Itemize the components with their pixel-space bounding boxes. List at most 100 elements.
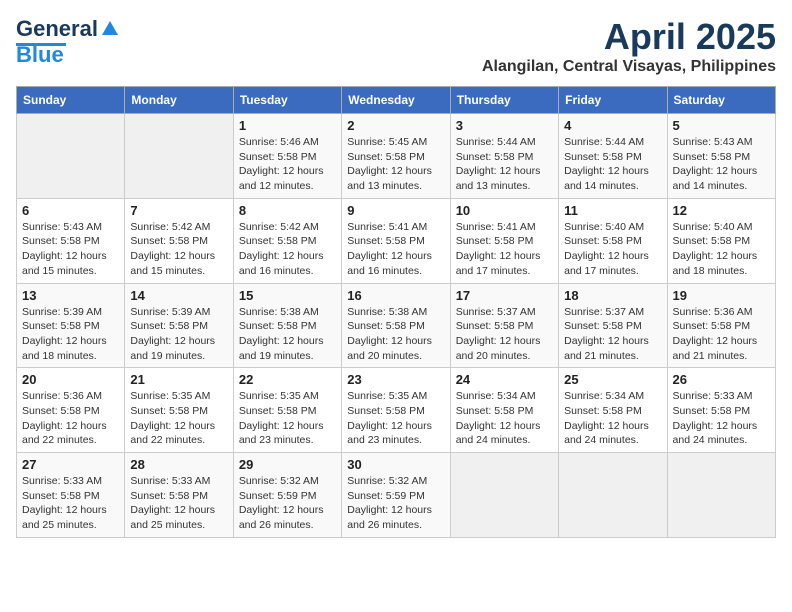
day-number: 1 bbox=[239, 118, 336, 133]
calendar-cell: 30 Sunrise: 5:32 AMSunset: 5:59 PMDayligh… bbox=[342, 453, 450, 538]
column-header-friday: Friday bbox=[559, 87, 667, 114]
day-info: Sunrise: 5:46 AMSunset: 5:58 PMDaylight:… bbox=[239, 135, 336, 194]
day-info: Sunrise: 5:40 AMSunset: 5:58 PMDaylight:… bbox=[673, 220, 770, 279]
calendar-cell: 6 Sunrise: 5:43 AMSunset: 5:58 PMDaylight… bbox=[17, 198, 125, 283]
calendar-cell bbox=[125, 114, 233, 199]
calendar-cell: 12 Sunrise: 5:40 AMSunset: 5:58 PMDayligh… bbox=[667, 198, 775, 283]
day-number: 15 bbox=[239, 288, 336, 303]
calendar-cell: 26 Sunrise: 5:33 AMSunset: 5:58 PMDayligh… bbox=[667, 368, 775, 453]
day-info: Sunrise: 5:39 AMSunset: 5:58 PMDaylight:… bbox=[22, 305, 119, 364]
calendar-cell: 11 Sunrise: 5:40 AMSunset: 5:58 PMDayligh… bbox=[559, 198, 667, 283]
week-row-2: 6 Sunrise: 5:43 AMSunset: 5:58 PMDaylight… bbox=[17, 198, 776, 283]
day-number: 13 bbox=[22, 288, 119, 303]
day-info: Sunrise: 5:44 AMSunset: 5:58 PMDaylight:… bbox=[564, 135, 661, 194]
day-number: 9 bbox=[347, 203, 444, 218]
day-info: Sunrise: 5:34 AMSunset: 5:58 PMDaylight:… bbox=[564, 389, 661, 448]
calendar-cell: 27 Sunrise: 5:33 AMSunset: 5:58 PMDayligh… bbox=[17, 453, 125, 538]
day-info: Sunrise: 5:43 AMSunset: 5:58 PMDaylight:… bbox=[673, 135, 770, 194]
day-info: Sunrise: 5:32 AMSunset: 5:59 PMDaylight:… bbox=[347, 474, 444, 533]
calendar-cell: 10Sunrise: 5:41 AMSunset: 5:58 PMDayligh… bbox=[450, 198, 558, 283]
day-number: 2 bbox=[347, 118, 444, 133]
week-row-4: 20 Sunrise: 5:36 AMSunset: 5:58 PMDayligh… bbox=[17, 368, 776, 453]
logo: General Blue bbox=[16, 16, 120, 68]
day-info: Sunrise: 5:33 AMSunset: 5:58 PMDaylight:… bbox=[22, 474, 119, 533]
calendar-cell bbox=[559, 453, 667, 538]
day-number: 20 bbox=[22, 372, 119, 387]
day-number: 23 bbox=[347, 372, 444, 387]
day-info: Sunrise: 5:34 AMSunset: 5:58 PMDaylight:… bbox=[456, 389, 553, 448]
calendar-cell: 23 Sunrise: 5:35 AMSunset: 5:58 PMDayligh… bbox=[342, 368, 450, 453]
calendar-table: SundayMondayTuesdayWednesdayThursdayFrid… bbox=[16, 86, 776, 538]
column-header-saturday: Saturday bbox=[667, 87, 775, 114]
calendar-cell: 13 Sunrise: 5:39 AMSunset: 5:58 PMDayligh… bbox=[17, 283, 125, 368]
day-info: Sunrise: 5:35 AMSunset: 5:58 PMDaylight:… bbox=[130, 389, 227, 448]
day-number: 14 bbox=[130, 288, 227, 303]
day-number: 21 bbox=[130, 372, 227, 387]
calendar-cell bbox=[17, 114, 125, 199]
week-row-3: 13 Sunrise: 5:39 AMSunset: 5:58 PMDayligh… bbox=[17, 283, 776, 368]
column-header-wednesday: Wednesday bbox=[342, 87, 450, 114]
day-number: 3 bbox=[456, 118, 553, 133]
calendar-cell: 18 Sunrise: 5:37 AMSunset: 5:58 PMDayligh… bbox=[559, 283, 667, 368]
day-number: 8 bbox=[239, 203, 336, 218]
calendar-cell: 1 Sunrise: 5:46 AMSunset: 5:58 PMDaylight… bbox=[233, 114, 341, 199]
month-title: April 2025 bbox=[482, 16, 776, 58]
day-info: Sunrise: 5:38 AMSunset: 5:58 PMDaylight:… bbox=[239, 305, 336, 364]
day-number: 28 bbox=[130, 457, 227, 472]
header: General Blue April 2025 Alangilan, Centr… bbox=[16, 16, 776, 76]
day-info: Sunrise: 5:35 AMSunset: 5:58 PMDaylight:… bbox=[347, 389, 444, 448]
calendar-cell: 15 Sunrise: 5:38 AMSunset: 5:58 PMDayligh… bbox=[233, 283, 341, 368]
calendar-cell bbox=[450, 453, 558, 538]
day-info: Sunrise: 5:35 AMSunset: 5:58 PMDaylight:… bbox=[239, 389, 336, 448]
day-info: Sunrise: 5:37 AMSunset: 5:58 PMDaylight:… bbox=[456, 305, 553, 364]
title-area: April 2025 Alangilan, Central Visayas, P… bbox=[482, 16, 776, 76]
logo-icon bbox=[100, 19, 120, 39]
day-number: 27 bbox=[22, 457, 119, 472]
day-number: 10 bbox=[456, 203, 553, 218]
calendar-cell: 3Sunrise: 5:44 AMSunset: 5:58 PMDaylight… bbox=[450, 114, 558, 199]
calendar-cell: 7Sunrise: 5:42 AMSunset: 5:58 PMDaylight… bbox=[125, 198, 233, 283]
column-header-monday: Monday bbox=[125, 87, 233, 114]
day-info: Sunrise: 5:38 AMSunset: 5:58 PMDaylight:… bbox=[347, 305, 444, 364]
day-number: 16 bbox=[347, 288, 444, 303]
calendar-cell: 9Sunrise: 5:41 AMSunset: 5:58 PMDaylight… bbox=[342, 198, 450, 283]
day-number: 19 bbox=[673, 288, 770, 303]
day-number: 24 bbox=[456, 372, 553, 387]
day-info: Sunrise: 5:33 AMSunset: 5:58 PMDaylight:… bbox=[673, 389, 770, 448]
week-row-5: 27 Sunrise: 5:33 AMSunset: 5:58 PMDayligh… bbox=[17, 453, 776, 538]
calendar-cell: 29Sunrise: 5:32 AMSunset: 5:59 PMDayligh… bbox=[233, 453, 341, 538]
week-row-1: 1 Sunrise: 5:46 AMSunset: 5:58 PMDaylight… bbox=[17, 114, 776, 199]
day-number: 26 bbox=[673, 372, 770, 387]
day-info: Sunrise: 5:33 AMSunset: 5:58 PMDaylight:… bbox=[130, 474, 227, 533]
day-number: 5 bbox=[673, 118, 770, 133]
calendar-cell: 20 Sunrise: 5:36 AMSunset: 5:58 PMDayligh… bbox=[17, 368, 125, 453]
day-info: Sunrise: 5:37 AMSunset: 5:58 PMDaylight:… bbox=[564, 305, 661, 364]
day-number: 11 bbox=[564, 203, 661, 218]
day-info: Sunrise: 5:32 AMSunset: 5:59 PMDaylight:… bbox=[239, 474, 336, 533]
day-number: 18 bbox=[564, 288, 661, 303]
day-number: 7 bbox=[130, 203, 227, 218]
calendar-cell: 16 Sunrise: 5:38 AMSunset: 5:58 PMDayligh… bbox=[342, 283, 450, 368]
calendar-cell: 14Sunrise: 5:39 AMSunset: 5:58 PMDayligh… bbox=[125, 283, 233, 368]
day-info: Sunrise: 5:40 AMSunset: 5:58 PMDaylight:… bbox=[564, 220, 661, 279]
calendar-cell: 4 Sunrise: 5:44 AMSunset: 5:58 PMDaylight… bbox=[559, 114, 667, 199]
column-header-sunday: Sunday bbox=[17, 87, 125, 114]
day-number: 6 bbox=[22, 203, 119, 218]
day-number: 25 bbox=[564, 372, 661, 387]
day-info: Sunrise: 5:36 AMSunset: 5:58 PMDaylight:… bbox=[673, 305, 770, 364]
day-info: Sunrise: 5:43 AMSunset: 5:58 PMDaylight:… bbox=[22, 220, 119, 279]
calendar-cell: 21 Sunrise: 5:35 AMSunset: 5:58 PMDayligh… bbox=[125, 368, 233, 453]
day-number: 17 bbox=[456, 288, 553, 303]
calendar-cell: 8Sunrise: 5:42 AMSunset: 5:58 PMDaylight… bbox=[233, 198, 341, 283]
column-header-tuesday: Tuesday bbox=[233, 87, 341, 114]
day-info: Sunrise: 5:36 AMSunset: 5:58 PMDaylight:… bbox=[22, 389, 119, 448]
calendar-cell: 19 Sunrise: 5:36 AMSunset: 5:58 PMDayligh… bbox=[667, 283, 775, 368]
calendar-cell: 17 Sunrise: 5:37 AMSunset: 5:58 PMDayligh… bbox=[450, 283, 558, 368]
calendar-cell: 22Sunrise: 5:35 AMSunset: 5:58 PMDayligh… bbox=[233, 368, 341, 453]
calendar-header-row: SundayMondayTuesdayWednesdayThursdayFrid… bbox=[17, 87, 776, 114]
calendar-cell: 28 Sunrise: 5:33 AMSunset: 5:58 PMDayligh… bbox=[125, 453, 233, 538]
day-number: 4 bbox=[564, 118, 661, 133]
calendar-cell bbox=[667, 453, 775, 538]
day-number: 12 bbox=[673, 203, 770, 218]
day-number: 30 bbox=[347, 457, 444, 472]
